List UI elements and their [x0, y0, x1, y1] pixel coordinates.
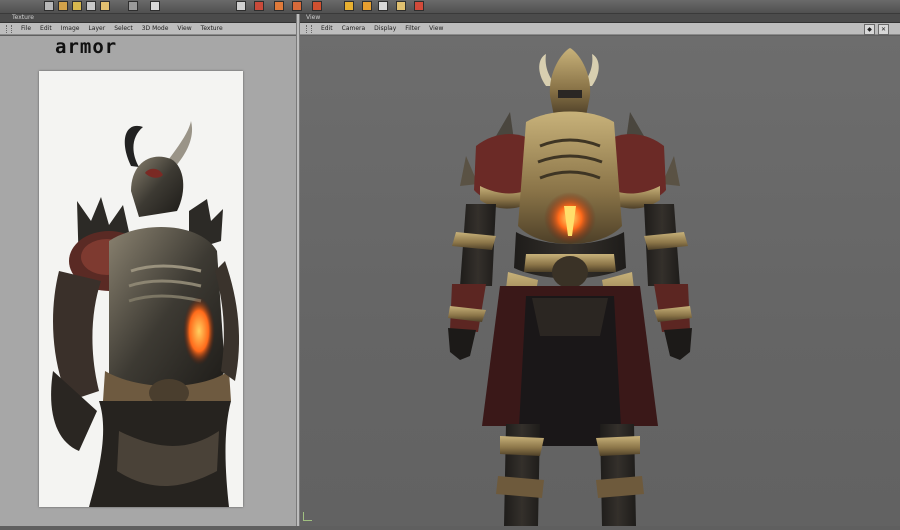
armor-reference-sheet — [39, 71, 243, 507]
viewport-menu-bar: Edit Camera Display Filter View — [300, 23, 900, 35]
smudge-tool-icon[interactable] — [236, 1, 246, 11]
viewport-close-icon[interactable]: ✕ — [878, 24, 889, 35]
brush-tool-icon[interactable] — [58, 1, 68, 11]
layer-tool-icon[interactable] — [100, 1, 110, 11]
menu-file[interactable]: File — [21, 25, 31, 32]
warp-tool-icon[interactable] — [312, 1, 322, 11]
menu-image[interactable]: Image — [61, 25, 80, 32]
stamp-tool-icon[interactable] — [254, 1, 264, 11]
render-tool-icon[interactable] — [414, 1, 424, 11]
reference-sheet-title: armor — [55, 36, 118, 58]
menu-layer[interactable]: Layer — [88, 25, 105, 32]
view-panel-header — [300, 14, 900, 23]
armor-concept-art — [51, 121, 240, 507]
viewport-menu-camera[interactable]: Camera — [342, 25, 366, 32]
texture-panel-header — [0, 14, 296, 23]
clone-tool-icon[interactable] — [274, 1, 284, 11]
viewport-menu-display[interactable]: Display — [374, 25, 396, 32]
viewport-options-icon[interactable]: ◆ — [864, 24, 875, 35]
viewport-axis-indicator — [303, 512, 312, 521]
grid-tool-icon[interactable] — [344, 1, 354, 11]
mask-tool-icon[interactable] — [378, 1, 388, 11]
eraser-tool-icon[interactable] — [150, 1, 160, 11]
viewport-window-controls: ◆ ✕ — [864, 24, 889, 35]
menu-select[interactable]: Select — [114, 25, 133, 32]
menu-grip[interactable] — [6, 24, 12, 33]
texture-canvas-panel[interactable]: armor — [0, 36, 296, 526]
viewport-menu-filter[interactable]: Filter — [405, 25, 420, 32]
fill-tool-icon[interactable] — [292, 1, 302, 11]
viewport-menu-grip[interactable] — [306, 24, 312, 33]
3d-viewport[interactable] — [300, 36, 900, 526]
menu-view[interactable]: View — [177, 25, 191, 32]
layout-tool-icon[interactable] — [362, 1, 372, 11]
texture-menu-bar: File Edit Image Layer Select 3D Mode Vie… — [0, 23, 296, 35]
view-panel-title: View — [306, 14, 321, 21]
move-tool-icon[interactable] — [128, 1, 138, 11]
armor-3d-model — [448, 48, 692, 526]
viewport-menu-view[interactable]: View — [429, 25, 443, 32]
texture-panel-title: Texture — [12, 14, 34, 21]
menu-3d-mode[interactable]: 3D Mode — [142, 25, 169, 32]
tool-shelf — [0, 0, 900, 14]
lasso-tool-icon[interactable] — [86, 1, 96, 11]
select-tool-icon[interactable] — [44, 1, 54, 11]
channel-tool-icon[interactable] — [396, 1, 406, 11]
paint-tool-icon[interactable] — [72, 1, 82, 11]
viewport-menu-edit[interactable]: Edit — [321, 25, 333, 32]
menu-edit[interactable]: Edit — [40, 25, 52, 32]
menu-texture[interactable]: Texture — [201, 25, 223, 32]
